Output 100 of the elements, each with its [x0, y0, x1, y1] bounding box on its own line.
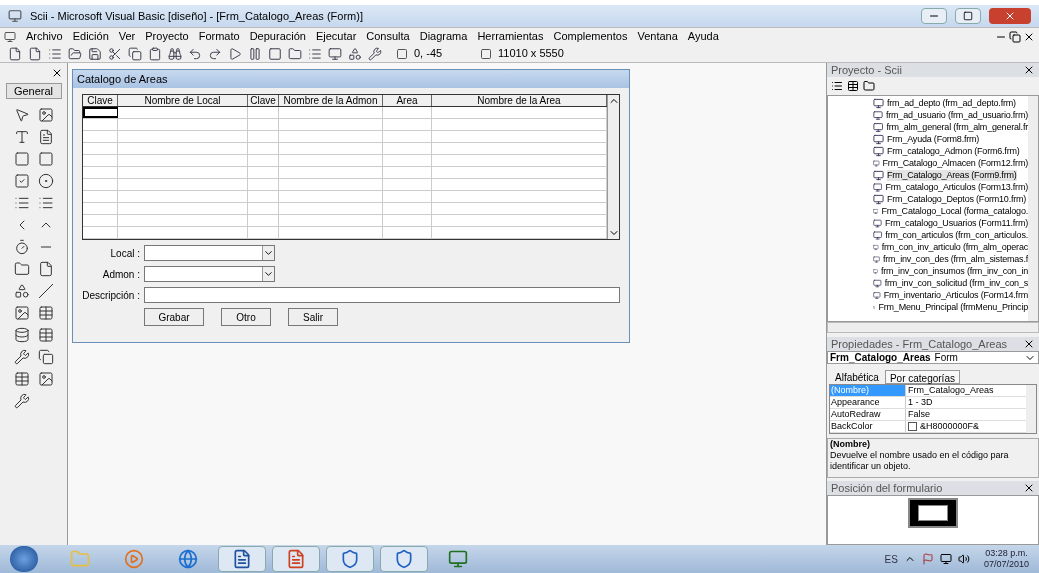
data-icon[interactable]	[13, 327, 30, 343]
toolbox-tab[interactable]: General	[5, 83, 62, 99]
menu-item[interactable]: Formato	[198, 28, 240, 45]
menu-item[interactable]: Proyecto	[145, 28, 189, 45]
column-header[interactable]: Nombre de Local	[118, 95, 248, 106]
flexgrid-icon[interactable]	[37, 327, 54, 343]
maximize-button[interactable]	[955, 8, 981, 24]
undo-icon[interactable]	[188, 46, 202, 61]
tree-item[interactable]: Frm_Ayuda (Form8.frm)	[887, 133, 980, 145]
vertical-scrollbar[interactable]	[1028, 96, 1038, 321]
form-button[interactable]: Salir	[288, 308, 338, 326]
find-icon[interactable]	[168, 46, 182, 61]
menu-item[interactable]: Ejecutar	[315, 28, 357, 45]
taskbar-app[interactable]	[326, 546, 374, 572]
radio-icon[interactable]	[37, 173, 54, 189]
tree-item[interactable]: Frm_catalogo_Articulos (Form13.frm)	[885, 181, 1028, 193]
menu-item[interactable]: Ventana	[637, 28, 678, 45]
tab[interactable]: Por categorías	[884, 370, 960, 384]
form-button[interactable]: Otro	[221, 308, 271, 326]
column-header[interactable]: Clave	[248, 95, 279, 106]
tree-item[interactable]: frm_alm_general (frm_alm_general.fr	[886, 121, 1028, 133]
menu-item[interactable]: Diagrama	[419, 28, 468, 45]
tree-item[interactable]: frm_ad_depto (frm_ad_depto.frm)	[887, 97, 1016, 109]
taskbar-app[interactable]	[380, 546, 428, 572]
tree-item[interactable]: Frm_inventario_Articulos (Form14.frm	[883, 289, 1028, 301]
tree-item[interactable]: Frm_Catalogo_Deptos (Form10.frm)	[887, 193, 1027, 205]
copy-icon[interactable]	[128, 46, 142, 61]
menu-item[interactable]: Archivo	[26, 28, 63, 45]
close-icon[interactable]	[51, 67, 63, 79]
file-icon[interactable]	[37, 261, 54, 277]
column-header[interactable]: Clave	[83, 95, 118, 106]
close-icon[interactable]	[1023, 482, 1035, 494]
menu-item[interactable]: Ayuda	[687, 28, 719, 45]
picture-icon[interactable]	[37, 107, 54, 123]
restore-icon[interactable]	[1009, 30, 1021, 43]
paste-icon[interactable]	[148, 46, 162, 61]
column-header[interactable]: Nombre de la Admon	[279, 95, 383, 106]
stop-icon[interactable]	[268, 46, 282, 61]
text-field[interactable]	[144, 287, 620, 303]
volume-icon[interactable]	[957, 553, 970, 565]
tree-item[interactable]: frm_con_inv_articulo (frm_alm_operac	[881, 241, 1028, 253]
taskbar-app[interactable]	[272, 546, 320, 572]
image-icon[interactable]	[13, 305, 30, 321]
column-header[interactable]: Area	[383, 95, 432, 106]
folder-icon[interactable]	[863, 80, 875, 92]
clock[interactable]: 03:28 p.m. 07/07/2010	[983, 548, 1029, 570]
pause-icon[interactable]	[248, 46, 262, 61]
taskbar-app[interactable]	[218, 546, 266, 572]
run-icon[interactable]	[228, 46, 242, 61]
label-icon[interactable]	[13, 129, 30, 145]
redo-icon[interactable]	[208, 46, 222, 61]
combo-icon[interactable]	[13, 195, 30, 211]
close-icon[interactable]	[1023, 338, 1035, 350]
tree-item[interactable]: frm_ad_usuario (frm_ad_usuario.frm)	[885, 109, 1028, 121]
flag-icon[interactable]	[921, 553, 934, 565]
vertical-scrollbar[interactable]	[607, 95, 619, 239]
view-object-icon[interactable]	[847, 80, 859, 92]
timer-icon[interactable]	[13, 239, 30, 255]
menu-item[interactable]: Depuración	[249, 28, 306, 45]
menu-item[interactable]: Complementos	[553, 28, 628, 45]
tree-item[interactable]: frm_inv_con_solicitud (frm_inv_con_s	[884, 277, 1028, 289]
close-button[interactable]	[989, 8, 1031, 24]
tree-item[interactable]: Frm_Catalogo_Areas (Form9.frm)	[887, 169, 1017, 181]
object-dropdown[interactable]: Frm_Catalogo_Areas Form	[827, 351, 1039, 364]
combo-box[interactable]	[144, 245, 275, 261]
grid-icon[interactable]	[37, 305, 54, 321]
tree-item[interactable]: Frm_Menu_Principal (frmMenu_Princip	[878, 301, 1028, 313]
view-code-icon[interactable]	[831, 80, 843, 92]
combo-box[interactable]	[144, 266, 275, 282]
property-name[interactable]: Appearance	[830, 397, 906, 408]
close-icon[interactable]	[1023, 64, 1035, 76]
list-icon[interactable]	[37, 195, 54, 211]
save-icon[interactable]	[88, 46, 102, 61]
shape-icon[interactable]	[13, 283, 30, 299]
tree-item[interactable]: frm_inv_con_insumos (frm_inv_con_in	[880, 265, 1028, 277]
tree-item[interactable]: frm_inv_con_des (frm_alm_sistemas.f	[882, 253, 1028, 265]
tree-item[interactable]: Frm_catalogo_Usuarios (Form11.frm)	[884, 217, 1028, 229]
menu-item[interactable]: Edición	[72, 28, 109, 45]
pointer-icon[interactable]	[13, 107, 30, 123]
tree-item[interactable]: Frm_Catalogo_Local (forma_catalogo.	[881, 205, 1028, 217]
property-name[interactable]: AutoRedraw	[830, 409, 906, 420]
minimize-button[interactable]	[921, 8, 947, 24]
cut-icon[interactable]	[108, 46, 122, 61]
horizontal-scrollbar[interactable]	[827, 322, 1039, 333]
property-name[interactable]: BackColor	[830, 421, 906, 432]
tool-icon[interactable]	[13, 349, 30, 365]
start-button[interactable]	[10, 546, 38, 572]
open-icon[interactable]	[68, 46, 82, 61]
tree-item[interactable]: Frm_Catalogo_Almacen (Form12.frm)	[882, 157, 1028, 169]
vertical-scrollbar[interactable]	[1026, 385, 1036, 433]
form-button[interactable]: Grabar	[144, 308, 204, 326]
language-indicator[interactable]: ES	[884, 551, 898, 567]
menu-item[interactable]: Ver	[118, 28, 136, 45]
menu-item[interactable]: Herramientas	[477, 28, 544, 45]
checkbox-icon[interactable]	[13, 173, 30, 189]
screen-preview[interactable]	[908, 498, 958, 528]
tree-item[interactable]: frm_con_articulos (frm_con_articulos.	[885, 229, 1028, 241]
button-icon[interactable]	[37, 151, 54, 167]
folder-icon[interactable]	[13, 261, 30, 277]
tree-item[interactable]: Frm_catalogo_Admon (Form6.frm)	[887, 145, 1020, 157]
